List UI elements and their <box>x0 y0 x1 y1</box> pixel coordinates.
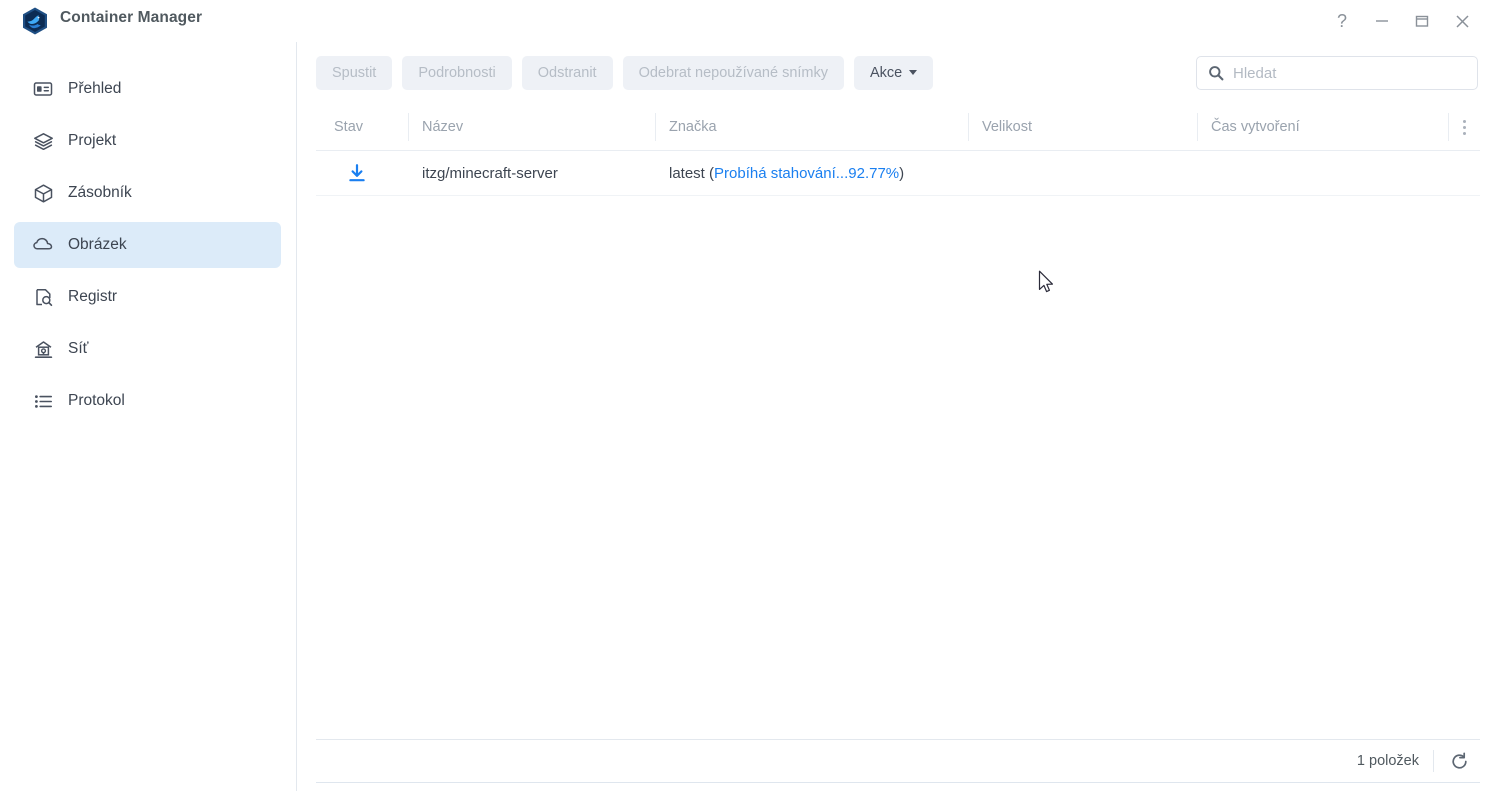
sidebar-item-zasobnik[interactable]: Zásobník <box>14 170 281 216</box>
row-status-cell <box>316 162 408 184</box>
tag-suffix: ) <box>899 164 905 182</box>
details-button[interactable]: Podrobnosti <box>402 56 512 90</box>
page-title: Container Manager <box>60 9 203 26</box>
toolbar: Spustit Podrobnosti Odstranit Odebrat ne… <box>298 42 1490 104</box>
sidebar-item-sit[interactable]: Síť <box>14 326 281 372</box>
row-name-cell: itzg/minecraft-server <box>422 164 558 182</box>
sidebar-item-label: Síť <box>68 340 89 357</box>
search-input[interactable] <box>1233 64 1458 82</box>
sidebar-item-label: Přehled <box>68 80 122 97</box>
network-node-icon <box>32 338 54 360</box>
chevron-down-icon <box>909 69 918 75</box>
column-header-velikost[interactable]: Velikost <box>968 113 1197 141</box>
column-options-button[interactable] <box>1448 104 1480 151</box>
column-header-cas-vytvoreni[interactable]: Čas vytvoření <box>1197 113 1450 141</box>
table-header-row: Stav Název Značka Velikost Čas vytvoření <box>316 104 1480 151</box>
search-box[interactable] <box>1196 56 1478 90</box>
document-search-icon <box>32 286 54 308</box>
dashboard-card-icon <box>32 78 54 100</box>
footer-bar: 1 položek <box>316 739 1480 783</box>
sidebar-item-protokol[interactable]: Protokol <box>14 378 281 424</box>
sidebar-item-label: Registr <box>68 288 118 305</box>
close-icon <box>1455 14 1469 28</box>
sidebar-item-obrazek[interactable]: Obrázek <box>14 222 281 268</box>
item-count-label: 1 položek <box>1356 753 1419 769</box>
sidebar-item-prehled[interactable]: Přehled <box>14 66 281 112</box>
layers-icon <box>32 130 54 152</box>
start-button[interactable]: Spustit <box>316 56 393 90</box>
search-icon <box>1208 65 1224 81</box>
minimize-icon <box>1376 20 1388 22</box>
sidebar-item-projekt[interactable]: Projekt <box>14 118 281 164</box>
actions-dropdown-button[interactable]: Akce <box>854 56 934 90</box>
column-header-znacka[interactable]: Značka <box>655 113 968 141</box>
window-controls: ? <box>1322 0 1482 42</box>
images-table: Stav Název Značka Velikost Čas vytvoření <box>316 104 1480 196</box>
sidebar-item-label: Obrázek <box>68 236 127 253</box>
actions-label: Akce <box>870 65 903 81</box>
minimize-button[interactable] <box>1362 0 1402 42</box>
refresh-icon <box>1451 751 1467 769</box>
list-icon <box>32 390 54 412</box>
sidebar-item-label: Zásobník <box>68 184 132 201</box>
sidebar-item-label: Projekt <box>68 132 117 149</box>
title-bar: Container Manager ? <box>0 0 1490 42</box>
footer-divider <box>1433 750 1434 772</box>
container-manager-window: Container Manager ? Přehled Projekt Záso… <box>0 0 1490 791</box>
cube-icon <box>32 182 54 204</box>
download-icon[interactable] <box>346 162 368 184</box>
sidebar-item-label: Protokol <box>68 392 125 409</box>
maximize-button[interactable] <box>1402 0 1442 42</box>
help-icon: ? <box>1336 11 1347 31</box>
close-button[interactable] <box>1442 0 1482 42</box>
table-row[interactable]: itzg/minecraft-server latest (Probíhá st… <box>316 151 1480 196</box>
container-manager-hexagon-icon <box>20 6 50 36</box>
content-area: Spustit Podrobnosti Odstranit Odebrat ne… <box>298 42 1490 791</box>
refresh-button[interactable] <box>1444 746 1474 776</box>
column-header-nazev[interactable]: Název <box>408 113 655 141</box>
help-button[interactable]: ? <box>1322 0 1362 42</box>
cloud-icon <box>32 234 54 256</box>
tag-prefix: latest ( <box>669 164 715 182</box>
maximize-icon <box>1415 15 1429 27</box>
remove-unused-images-button[interactable]: Odebrat nepoužívané snímky <box>622 56 844 90</box>
sidebar: Přehled Projekt Zásobník Obrázek Registr… <box>0 42 297 791</box>
delete-button[interactable]: Odstranit <box>521 56 613 90</box>
row-tag-cell: latest (Probíhá stahování...92.77%) <box>655 165 968 182</box>
kebab-menu-icon <box>1462 120 1466 135</box>
sidebar-item-registr[interactable]: Registr <box>14 274 281 320</box>
download-progress-status: Probíhá stahování...92.77% <box>714 164 900 182</box>
column-header-stav[interactable]: Stav <box>316 114 408 140</box>
